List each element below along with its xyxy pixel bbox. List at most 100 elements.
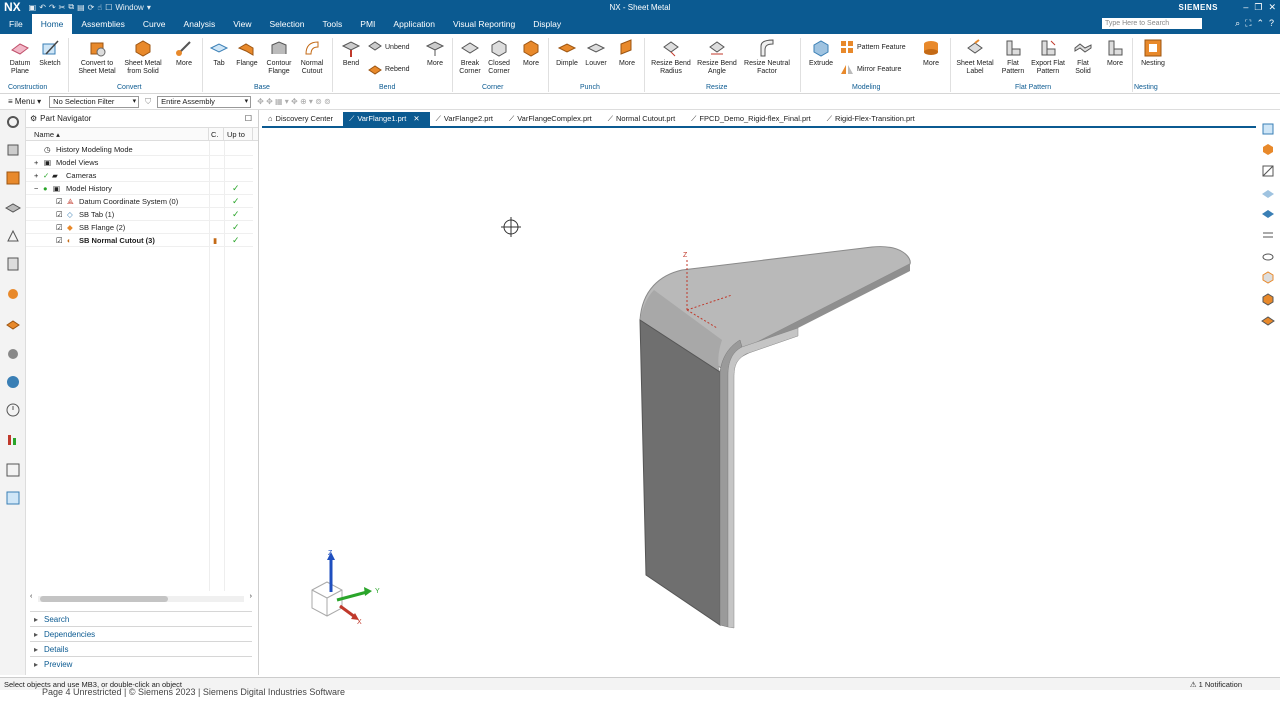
chevron-down-icon[interactable]: ▾	[147, 3, 151, 12]
help-icon[interactable]: ?	[1269, 18, 1274, 29]
group-nesting[interactable]: Nesting	[1134, 84, 1158, 91]
file-tab-normal-cutout[interactable]: ⟋ Normal Cutout.prt	[602, 112, 685, 126]
clock-icon[interactable]	[5, 402, 21, 418]
flat-pattern-button[interactable]: Flat Pattern	[998, 38, 1028, 76]
more-flat-pattern-button[interactable]: More	[1102, 38, 1128, 68]
graphics-window[interactable]: Z Z Y X	[262, 130, 1256, 675]
edit-object-display-icon[interactable]	[1261, 270, 1275, 284]
tab-analysis[interactable]: Analysis	[175, 14, 225, 34]
reuse-library-icon[interactable]	[5, 256, 21, 272]
flat-solid-button[interactable]: Flat Solid	[1070, 38, 1096, 76]
rotate-icon[interactable]	[1261, 206, 1275, 220]
tab-visual-reporting[interactable]: Visual Reporting	[444, 14, 524, 34]
save-icon[interactable]: ▣	[29, 3, 37, 12]
tab-curve[interactable]: Curve	[134, 14, 175, 34]
close-tab-icon[interactable]: ✕	[413, 112, 419, 126]
list-item[interactable]: ◷ History Modeling Mode	[26, 143, 253, 156]
file-tab-fpcd-demo[interactable]: ⟋ FPCD_Demo_Rigid-flex_Final.prt	[685, 112, 821, 126]
more-bend-button[interactable]: More	[422, 38, 448, 68]
checkbox[interactable]: ☑	[56, 234, 63, 247]
show-hide-icon[interactable]	[1261, 250, 1275, 264]
group-convert[interactable]: Convert	[117, 84, 142, 91]
table-row[interactable]: ☑ ⟁ Datum Coordinate System (0) ✓	[26, 195, 253, 208]
flange-button[interactable]: Flange	[233, 38, 261, 68]
checkbox[interactable]: ☑	[56, 221, 63, 234]
unbend-button[interactable]: Unbend	[368, 40, 410, 54]
scroll-right-icon[interactable]: ›	[250, 593, 252, 600]
close-button[interactable]: ✕	[1268, 2, 1276, 13]
scrollbar-thumb[interactable]	[40, 596, 168, 602]
tab-assemblies[interactable]: Assemblies	[72, 14, 133, 34]
table-row[interactable]: ☑ ◐ SB Normal Cutout (3) ▮ ✓	[26, 234, 253, 247]
selection-scope-select[interactable]: Entire Assembly	[157, 95, 252, 108]
file-tab-varflange1[interactable]: ⟋ VarFlange1.prt ✕	[343, 112, 430, 126]
resize-neutral-factor-button[interactable]: Resize Neutral Factor	[740, 38, 794, 76]
group-flat-pattern[interactable]: Flat Pattern	[1015, 84, 1051, 91]
dimple-button[interactable]: Dimple	[552, 38, 582, 68]
sheet-metal-from-solid-button[interactable]: Sheet Metal from Solid	[120, 38, 166, 76]
history-icon[interactable]	[5, 346, 21, 362]
closed-corner-button[interactable]: Closed Corner	[485, 38, 513, 76]
sketch-button[interactable]: Sketch	[36, 38, 64, 68]
tab-home[interactable]: Home	[31, 14, 73, 34]
menu-button[interactable]: ≡ Menu ▾	[0, 97, 49, 106]
process-studio-icon[interactable]	[5, 432, 21, 448]
tab-selection[interactable]: Selection	[260, 14, 313, 34]
web-browser-icon[interactable]	[5, 316, 21, 332]
list-item[interactable]: + ✓ ▰ Cameras	[26, 169, 253, 182]
table-row[interactable]: ☑ ◇ SB Tab (1) ✓	[26, 208, 253, 221]
group-resize[interactable]: Resize	[706, 84, 727, 91]
more-modeling-button[interactable]: More	[918, 38, 944, 68]
maximize-navigator-icon[interactable]: ☐	[245, 114, 252, 123]
rebend-button[interactable]: Rebend	[368, 62, 410, 76]
more-corner-button[interactable]: More	[518, 38, 544, 68]
resize-bend-angle-button[interactable]: Resize Bend Angle	[694, 38, 740, 76]
group-bend[interactable]: Bend	[379, 84, 395, 91]
layer-icon[interactable]	[5, 199, 21, 215]
zoom-icon[interactable]	[1261, 186, 1275, 200]
touch-icon[interactable]: ☝	[97, 3, 102, 12]
group-punch[interactable]: Punch	[580, 84, 600, 91]
command-search-input[interactable]: Type Here to Search	[1102, 18, 1202, 29]
file-tab-varflange2[interactable]: ⟋ VarFlange2.prt	[430, 112, 503, 126]
group-base[interactable]: Base	[254, 84, 270, 91]
file-tab-rigid-flex-transition[interactable]: ⟋ Rigid-Flex-Transition.prt	[821, 112, 925, 126]
file-tab-discovery-center[interactable]: ⌂ Discovery Center	[262, 112, 343, 126]
column-name[interactable]: Name ▴	[26, 128, 209, 140]
expand-icon[interactable]: +	[34, 169, 38, 182]
redo-icon[interactable]: ↷	[49, 3, 56, 12]
collapse-icon[interactable]: −	[34, 182, 38, 195]
filter-icon[interactable]: ⛉	[145, 97, 151, 107]
tab-view[interactable]: View	[224, 14, 260, 34]
tab-file[interactable]: File	[0, 14, 32, 34]
break-corner-button[interactable]: Break Corner	[456, 38, 484, 76]
tab-tools[interactable]: Tools	[313, 14, 351, 34]
convert-to-sheet-metal-button[interactable]: Convert to Sheet Metal	[74, 38, 120, 76]
panel-dependencies[interactable]: Dependencies	[30, 626, 252, 642]
panel-search[interactable]: Search	[30, 611, 252, 627]
system-materials-icon[interactable]	[5, 374, 21, 390]
hd3d-tools-icon[interactable]	[5, 286, 21, 302]
group-construction[interactable]: Construction	[8, 84, 47, 91]
normal-cutout-button[interactable]: Normal Cutout	[297, 38, 327, 76]
tab-application[interactable]: Application	[384, 14, 444, 34]
constraint-navigator-icon[interactable]	[5, 228, 21, 244]
tab-pmi[interactable]: PMI	[351, 14, 384, 34]
cut-icon[interactable]: ✂	[59, 3, 66, 12]
nesting-button[interactable]: Nesting	[1136, 38, 1170, 68]
extrude-button[interactable]: Extrude	[806, 38, 836, 68]
search-icon[interactable]: ⌕	[1235, 18, 1240, 29]
bend-button[interactable]: Bend	[338, 38, 364, 68]
view-triad[interactable]: Z Y X	[311, 550, 380, 626]
snap-view-icon[interactable]	[1261, 314, 1275, 328]
resize-bend-radius-button[interactable]: Resize Bend Radius	[648, 38, 694, 76]
collapse-ribbon-icon[interactable]: ⌃	[1256, 18, 1264, 29]
column-up-to-date[interactable]: Up to	[224, 128, 253, 140]
file-tab-varflangecomplex[interactable]: ⟋ VarFlangeComplex.prt	[503, 112, 602, 126]
table-row[interactable]: ☑ ◆ SB Flange (2) ✓	[26, 221, 253, 234]
contour-flange-button[interactable]: Contour Flange	[262, 38, 296, 76]
minimize-button[interactable]: –	[1243, 2, 1248, 13]
panel-preview[interactable]: Preview	[30, 656, 252, 672]
export-flat-pattern-button[interactable]: Export Flat Pattern	[1028, 38, 1068, 76]
work-layer-icon[interactable]	[1261, 228, 1275, 242]
